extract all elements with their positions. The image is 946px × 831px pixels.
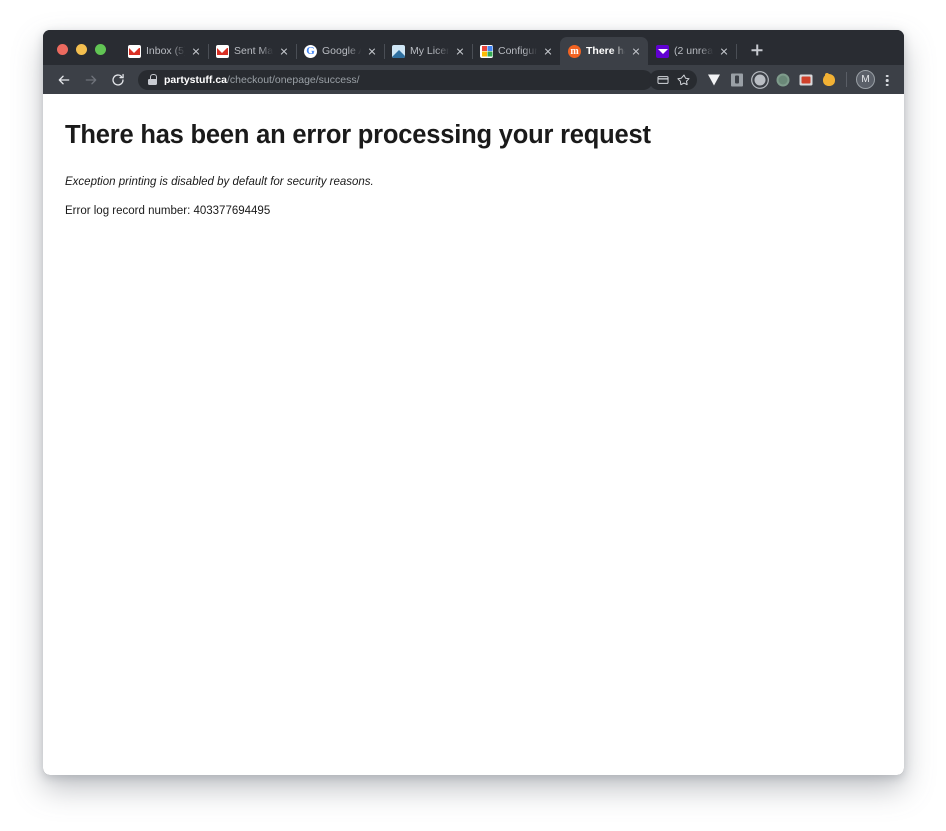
yahoo-mail-icon [656, 44, 669, 58]
close-icon[interactable] [365, 44, 379, 58]
tab-title: There has be [586, 45, 627, 57]
address-bar[interactable]: partystuff.ca/checkout/onepage/success/ [138, 69, 653, 90]
close-icon[interactable] [277, 44, 291, 58]
gear-extension-icon[interactable] [749, 69, 771, 91]
close-icon[interactable] [453, 44, 467, 58]
tab-google-account[interactable]: G Google Acco [296, 37, 385, 65]
tab-error-page[interactable]: m There has be [560, 37, 648, 65]
browser-toolbar: partystuff.ca/checkout/onepage/success/ [43, 65, 904, 94]
card-icon[interactable] [652, 70, 673, 90]
v-extension-icon[interactable] [703, 69, 725, 91]
book-extension-icon[interactable] [726, 69, 748, 91]
omnibox-actions [649, 69, 697, 90]
tab-title: My License K [410, 45, 451, 57]
url-path: /checkout/onepage/success/ [227, 73, 360, 86]
new-tab-button[interactable] [744, 37, 770, 63]
tab-sent-mail[interactable]: Sent Mail - c [208, 37, 297, 65]
license-icon [392, 44, 405, 58]
configuration-icon [480, 44, 493, 58]
star-icon[interactable] [673, 70, 694, 90]
reload-button[interactable] [107, 69, 129, 91]
tab-inbox[interactable]: Inbox (5) - b [120, 37, 209, 65]
tab-title: Sent Mail - c [234, 45, 275, 57]
close-icon[interactable] [629, 44, 643, 58]
tab-strip: Inbox (5) - b Sent Mail - c G Google Acc… [43, 30, 904, 65]
back-button[interactable] [53, 69, 75, 91]
tab-title: Inbox (5) - b [146, 45, 187, 57]
close-window-button[interactable] [57, 44, 68, 55]
green-circle-extension-icon[interactable] [772, 69, 794, 91]
browser-window: Inbox (5) - b Sent Mail - c G Google Acc… [43, 30, 904, 775]
gmail-icon [216, 44, 229, 58]
tab-title: (2 unread) - [674, 45, 715, 57]
three-dots-icon[interactable] [878, 69, 896, 91]
tab-yahoo-mail[interactable]: (2 unread) - [648, 37, 737, 65]
hand-extension-icon[interactable] [818, 69, 840, 91]
window-controls [51, 44, 120, 65]
tab-configuration[interactable]: Configuration [472, 37, 560, 65]
forward-button[interactable] [80, 69, 102, 91]
close-icon[interactable] [717, 44, 731, 58]
tab-list: Inbox (5) - b Sent Mail - c G Google Acc… [120, 30, 737, 65]
avatar[interactable]: M [856, 70, 875, 89]
google-icon: G [304, 44, 317, 58]
url-text: partystuff.ca/checkout/onepage/success/ [164, 70, 360, 90]
tab-title: Google Acco [322, 45, 363, 57]
magento-icon: m [568, 44, 581, 58]
pinterest-extension-icon[interactable] [795, 69, 817, 91]
close-icon[interactable] [189, 44, 203, 58]
close-icon[interactable] [541, 44, 555, 58]
toolbar-divider [846, 72, 847, 87]
page-title: There has been an error processing your … [65, 121, 651, 149]
minimize-window-button[interactable] [76, 44, 87, 55]
error-log-record: Error log record number: 403377694495 [65, 204, 271, 217]
url-domain: partystuff.ca [164, 73, 228, 86]
tab-my-license[interactable]: My License K [384, 37, 473, 65]
exception-notice: Exception printing is disabled by defaul… [65, 175, 374, 188]
tab-title: Configuration [498, 45, 539, 57]
page-viewport: There has been an error processing your … [43, 94, 904, 775]
gmail-icon [128, 44, 141, 58]
extension-icons [703, 69, 840, 91]
lock-icon [148, 74, 157, 85]
maximize-window-button[interactable] [95, 44, 106, 55]
